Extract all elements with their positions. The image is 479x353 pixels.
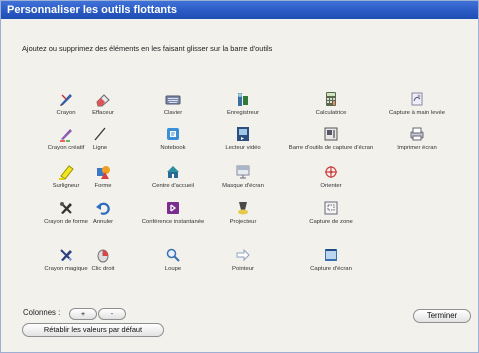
tool-label: Masque d'écran (222, 183, 264, 189)
tool-label: Projecteur (229, 219, 257, 225)
undo-icon (96, 202, 110, 215)
tool-label: Barre d'outils de capture d'écran (288, 145, 374, 151)
tool-label: Capture à main levée (389, 110, 445, 116)
tool-video-player[interactable]: Lecteur vidéo (197, 126, 289, 158)
finish-button[interactable]: Terminer (413, 309, 471, 323)
tool-freehand-capture[interactable]: Capture à main levée (371, 91, 463, 123)
screen-capture-toolbar-icon (324, 127, 338, 141)
screen-shade-icon (236, 165, 250, 179)
screen-capture-icon (325, 249, 337, 261)
tool-screen-capture[interactable]: Capture d'écran (285, 247, 377, 279)
customize-floating-tools-dialog: Personnaliser les outils flottants Ajout… (0, 0, 479, 353)
tool-label: Lecteur vidéo (225, 145, 261, 151)
tool-label: Enregistreur (226, 110, 260, 116)
keyboard-icon (165, 95, 181, 105)
video-player-icon (237, 127, 249, 141)
instant-conference-icon (167, 202, 179, 214)
eraser-icon (96, 94, 110, 107)
shape-icon (97, 166, 110, 179)
orient-icon (325, 166, 337, 178)
calculator-icon (326, 92, 336, 106)
right-click-icon (97, 249, 109, 263)
tool-screen-capture-toolbar[interactable]: Barre d'outils de capture d'écran (285, 126, 377, 158)
tool-label: Calculatrice (315, 110, 347, 116)
tool-label: Pointeur (232, 266, 254, 272)
tool-calculator[interactable]: Calculatrice (285, 91, 377, 123)
tool-area-capture[interactable]: Capture de zone (285, 200, 377, 232)
tool-print-screen[interactable]: Imprimer écran (371, 126, 463, 158)
instructions-text: Ajoutez ou supprimez des éléments en les… (22, 44, 273, 53)
area-capture-icon (324, 201, 338, 215)
freehand-capture-icon (411, 92, 423, 106)
tool-label: Imprimer écran (397, 145, 437, 151)
dialog-title: Personnaliser les outils flottants (1, 1, 478, 19)
tool-label: Capture de zone (309, 219, 353, 225)
welcome-center-icon (167, 166, 179, 178)
notebook-icon (167, 128, 179, 140)
tool-spotlight[interactable]: Projecteur (197, 200, 289, 232)
tool-screen-shade[interactable]: Masque d'écran (197, 164, 289, 196)
tool-recorder[interactable]: Enregistreur (197, 91, 289, 123)
magnifier-icon (166, 248, 180, 262)
line-icon (94, 127, 106, 141)
spotlight-icon (238, 202, 248, 215)
add-column-button[interactable]: + (69, 308, 97, 320)
pointer-icon (236, 248, 250, 262)
remove-column-button[interactable]: - (98, 308, 126, 320)
tool-label: Capture d'écran (310, 266, 352, 272)
reset-defaults-button[interactable]: Rétablir les valeurs par défaut (22, 323, 164, 337)
columns-label: Colonnes : (23, 308, 61, 317)
recorder-icon (238, 93, 248, 106)
tool-pointer[interactable]: Pointeur (197, 247, 289, 279)
tool-label: Orienter (320, 183, 342, 189)
print-screen-icon (410, 127, 424, 141)
tool-orient[interactable]: Orienter (285, 164, 377, 196)
